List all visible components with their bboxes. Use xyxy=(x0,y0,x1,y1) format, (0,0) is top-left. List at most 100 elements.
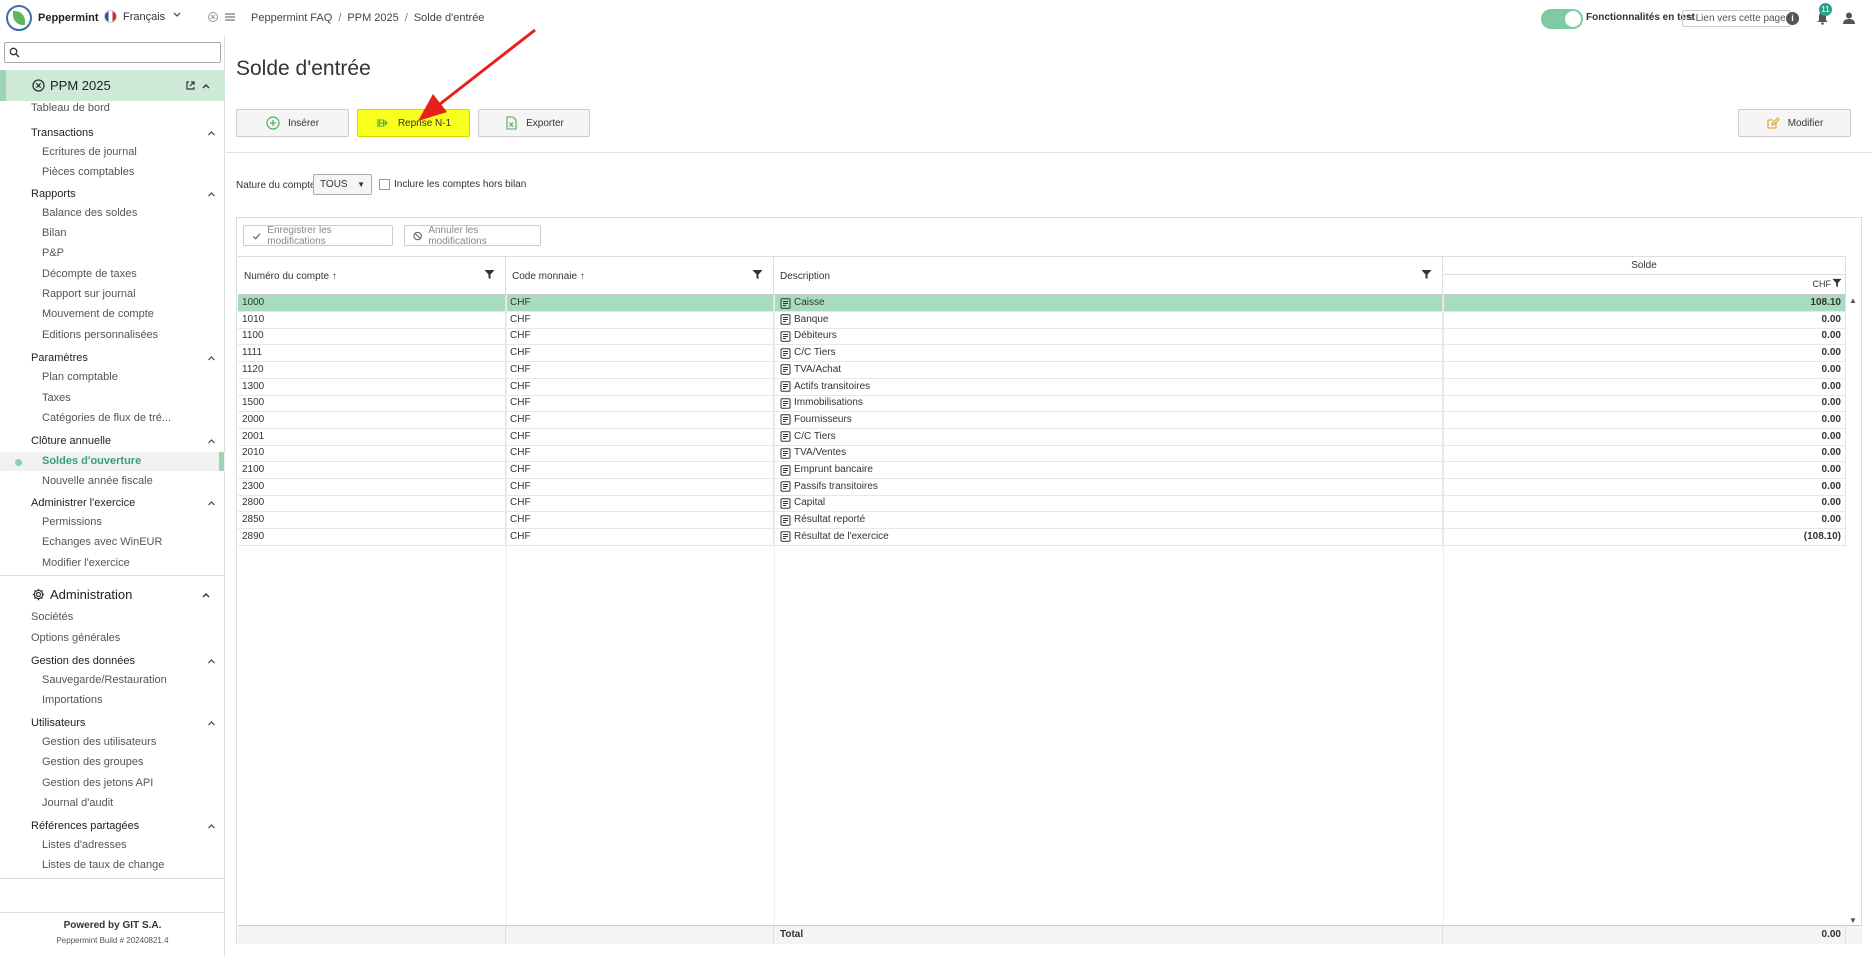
cell-description[interactable]: Résultat reporté xyxy=(774,512,1443,529)
sidebar-search-input[interactable] xyxy=(23,45,217,60)
cell-account-number[interactable]: 1500 xyxy=(238,395,506,412)
cell-account-number[interactable]: 1000 xyxy=(238,295,506,311)
column-header-solde[interactable]: Solde CHF xyxy=(1443,257,1846,296)
sidebar-group-references[interactable]: Références partagées xyxy=(31,820,139,832)
chevron-up-icon[interactable] xyxy=(207,190,216,199)
modify-button[interactable]: Modifier xyxy=(1738,109,1851,137)
chevron-up-icon[interactable] xyxy=(207,499,216,508)
breadcrumb-item[interactable]: Peppermint FAQ xyxy=(251,12,332,24)
cell-description[interactable]: TVA/Achat xyxy=(774,361,1443,378)
cell-currency[interactable]: CHF xyxy=(506,512,774,529)
export-button[interactable]: Exporter xyxy=(478,109,590,137)
table-row[interactable]: 1120 CHF TVA/Achat 0.00 xyxy=(238,361,1846,379)
scroll-down-icon[interactable]: ▼ xyxy=(1849,916,1857,925)
sidebar-group-transactions[interactable]: Transactions xyxy=(31,127,94,139)
cell-account-number[interactable]: 2100 xyxy=(238,462,506,478)
chevron-up-icon[interactable] xyxy=(207,822,216,831)
sidebar-item-importations[interactable]: Importations xyxy=(42,694,103,706)
sidebar-item-permissions[interactable]: Permissions xyxy=(42,516,102,528)
sidebar-item-nouvelle[interactable]: Nouvelle année fiscale xyxy=(42,475,153,487)
sidebar-group-cloture[interactable]: Clôture annuelle xyxy=(31,435,111,447)
sidebar-group-utilisateurs[interactable]: Utilisateurs xyxy=(31,717,85,729)
sidebar-item-editions[interactable]: Editions personnalisées xyxy=(42,329,158,341)
account-nature-select[interactable]: TOUS ▼ xyxy=(313,174,372,195)
cell-account-number[interactable]: 1111 xyxy=(238,345,506,362)
cell-account-number[interactable]: 1010 xyxy=(238,311,506,328)
breadcrumb-item[interactable]: PPM 2025 xyxy=(347,12,398,24)
chevron-up-icon[interactable] xyxy=(207,657,216,666)
cell-description[interactable]: Débiteurs xyxy=(774,328,1443,345)
info-icon[interactable]: i xyxy=(1786,12,1799,25)
filter-icon[interactable] xyxy=(1421,269,1432,280)
table-row[interactable]: 1300 CHF Actifs transitoires 0.00 xyxy=(238,378,1846,396)
cell-balance[interactable]: 0.00 xyxy=(1443,428,1846,445)
sidebar-item-bilan[interactable]: Bilan xyxy=(42,227,66,239)
sidebar-group-rapports[interactable]: Rapports xyxy=(31,188,76,200)
sidebar-item-gestion-groupes[interactable]: Gestion des groupes xyxy=(42,756,144,768)
cell-currency[interactable]: CHF xyxy=(506,295,774,311)
cell-currency[interactable]: CHF xyxy=(506,345,774,362)
cell-currency[interactable]: CHF xyxy=(506,411,774,428)
cell-description[interactable]: Capital xyxy=(774,495,1443,512)
table-row[interactable]: 2800 CHF Capital 0.00 xyxy=(238,495,1846,513)
vertical-scrollbar[interactable]: ▲ ▼ xyxy=(1846,295,1862,925)
sidebar-item-echanges[interactable]: Echanges avec WinEUR xyxy=(42,536,162,548)
sidebar-item-listes-adresses[interactable]: Listes d'adresses xyxy=(42,839,127,851)
sidebar-item-listes-taux[interactable]: Listes de taux de change xyxy=(42,859,164,871)
cell-currency[interactable]: CHF xyxy=(506,428,774,445)
cell-balance[interactable]: 0.00 xyxy=(1443,395,1846,412)
brand[interactable]: Peppermint xyxy=(6,4,99,32)
include-off-balance-checkbox[interactable] xyxy=(379,179,390,190)
table-row[interactable]: 1100 CHF Débiteurs 0.00 xyxy=(238,328,1846,346)
cell-currency[interactable]: CHF xyxy=(506,495,774,512)
cell-account-number[interactable]: 2800 xyxy=(238,495,506,512)
language-selector[interactable]: Français xyxy=(104,10,165,23)
sidebar-item-decompte[interactable]: Décompte de taxes xyxy=(42,268,137,280)
sidebar-item-balance[interactable]: Balance des soldes xyxy=(42,207,137,219)
cell-currency[interactable]: CHF xyxy=(506,395,774,412)
table-row[interactable]: 2100 CHF Emprunt bancaire 0.00 xyxy=(238,462,1846,479)
cell-account-number[interactable]: 1120 xyxy=(238,361,506,378)
cell-account-number[interactable]: 2850 xyxy=(238,512,506,529)
column-header-desc[interactable]: Description xyxy=(774,257,1443,296)
cell-currency[interactable]: CHF xyxy=(506,478,774,495)
sidebar-section-admin[interactable]: Administration xyxy=(0,581,225,609)
cell-balance[interactable]: 0.00 xyxy=(1443,512,1846,529)
cell-account-number[interactable]: 2000 xyxy=(238,411,506,428)
cell-balance[interactable]: 0.00 xyxy=(1443,478,1846,495)
sidebar-search[interactable] xyxy=(4,42,221,63)
table-row[interactable]: 2890 CHF Résultat de l'exercice (108.10) xyxy=(238,528,1846,546)
cell-balance[interactable]: 0.00 xyxy=(1443,328,1846,345)
cell-description[interactable]: TVA/Ventes xyxy=(774,445,1443,462)
sidebar-item-gestion-users[interactable]: Gestion des utilisateurs xyxy=(42,736,156,748)
cell-balance[interactable]: 0.00 xyxy=(1443,361,1846,378)
cell-balance[interactable]: 0.00 xyxy=(1443,378,1846,395)
cell-currency[interactable]: CHF xyxy=(506,462,774,478)
filter-icon[interactable] xyxy=(1832,278,1842,288)
cell-balance[interactable]: (108.10) xyxy=(1443,528,1846,545)
cell-currency[interactable]: CHF xyxy=(506,361,774,378)
sidebar-group-administrer[interactable]: Administrer l'exercice xyxy=(31,497,135,509)
filter-icon[interactable] xyxy=(484,269,495,280)
table-row[interactable]: 2001 CHF C/C Tiers 0.00 xyxy=(238,428,1846,446)
cell-description[interactable]: Immobilisations xyxy=(774,395,1443,412)
cell-currency[interactable]: CHF xyxy=(506,311,774,328)
chevron-up-icon[interactable] xyxy=(207,719,216,728)
table-row[interactable]: 1500 CHF Immobilisations 0.00 xyxy=(238,395,1846,413)
cell-description[interactable]: Résultat de l'exercice xyxy=(774,528,1443,545)
save-changes-button[interactable]: Enregistrer les modifications xyxy=(243,225,393,247)
cell-currency[interactable]: CHF xyxy=(506,328,774,345)
chevron-up-icon[interactable] xyxy=(207,354,216,363)
cell-description[interactable]: C/C Tiers xyxy=(774,345,1443,362)
cell-account-number[interactable]: 2890 xyxy=(238,528,506,545)
sidebar-item-categories[interactable]: Catégories de flux de tré... xyxy=(42,412,171,424)
cell-balance[interactable]: 0.00 xyxy=(1443,495,1846,512)
sidebar-item-soldes[interactable]: Soldes d'ouverture xyxy=(42,455,141,467)
table-row[interactable]: 2000 CHF Fournisseurs 0.00 xyxy=(238,411,1846,429)
sidebar-item-tableau[interactable]: Tableau de bord xyxy=(31,102,110,114)
sidebar-section-ppm[interactable]: PPM 2025 xyxy=(0,70,225,101)
cell-description[interactable]: Fournisseurs xyxy=(774,411,1443,428)
filter-icon[interactable] xyxy=(752,269,763,280)
sidebar-item-pp[interactable]: P&P xyxy=(42,247,64,259)
cell-balance[interactable]: 0.00 xyxy=(1443,311,1846,328)
